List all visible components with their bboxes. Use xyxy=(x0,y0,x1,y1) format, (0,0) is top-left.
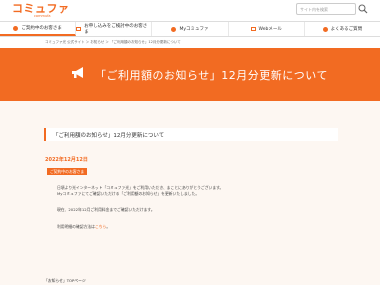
nav-item-current-customers[interactable]: ご契約中のお客さま xyxy=(0,22,77,36)
nav-label: よくあるご質問 xyxy=(330,27,363,32)
site-header: コミュファ commufa サイト内を検索 xyxy=(0,0,380,20)
commufa-logo[interactable]: コミュファ commufa xyxy=(12,3,70,18)
paragraph-text: 利用明細の確認方法は xyxy=(57,224,95,229)
nav-item-webmail[interactable]: Webメール xyxy=(229,22,305,36)
nav-item-faq[interactable]: よくあるご質問 xyxy=(305,22,380,36)
news-top-link[interactable]: 「お知らせ」TOPページ xyxy=(44,278,86,284)
nav-item-prospective-customers[interactable]: お申し込みをご検討中のお客さま xyxy=(76,22,153,36)
document-icon xyxy=(76,27,82,31)
megaphone-icon xyxy=(72,67,83,78)
nav-label: ご契約中のお客さま xyxy=(21,26,62,31)
article-heading: 「ご利用額のお知らせ」12月分更新について xyxy=(44,128,338,141)
article-paragraph-3: 現在、2022年12月ご利用料金までご確認いただけます。 xyxy=(57,207,155,212)
statement-guide-link[interactable]: こちら xyxy=(95,224,106,229)
article-date: 2022年12月12日 xyxy=(45,157,88,163)
article-paragraph-2: Myコミュファにてご確認いただける「ご利用額のお知らせ」を更新いたしました。 xyxy=(57,191,200,196)
mail-icon xyxy=(250,27,256,31)
home-icon xyxy=(13,25,19,31)
main-content: 「ご利用額のお知らせ」12月分更新について 2022年12月12日 ご契約中のお… xyxy=(0,101,380,285)
nav-item-my-commufa[interactable]: Myコミュファ xyxy=(152,22,229,36)
search-icon[interactable] xyxy=(358,4,368,14)
paragraph-text: 。 xyxy=(106,224,111,229)
nav-label: Myコミュファ xyxy=(179,27,209,32)
article-paragraph-1: 日頃より光インターネット「コミュファ光」をご利用いただき、まことにありがとうござ… xyxy=(57,185,224,190)
article-paragraph-4: 利用明細の確認方法はこちら。 xyxy=(57,224,110,229)
question-icon xyxy=(322,26,328,32)
category-badge: ご契約中のお客さま xyxy=(47,168,88,175)
nav-label: お申し込みをご検討中のお客さま xyxy=(84,24,148,35)
page-title: 「ご利用額のお知らせ」12月分更新について xyxy=(95,69,328,82)
logo-text: コミュファ xyxy=(12,2,70,15)
breadcrumb[interactable]: コミュファ光 公式サイト ＞ お知らせ ＞ 「ご利用額のお知らせ」12月分更新に… xyxy=(45,40,181,45)
page-banner: 「ご利用額のお知らせ」12月分更新について xyxy=(0,48,380,101)
nav-label: Webメール xyxy=(258,27,282,32)
global-nav: ご契約中のお客さま お申し込みをご検討中のお客さま Myコミュファ Webメール… xyxy=(0,21,380,37)
search-input[interactable]: サイト内を検索 xyxy=(296,3,356,15)
user-icon xyxy=(171,26,177,32)
